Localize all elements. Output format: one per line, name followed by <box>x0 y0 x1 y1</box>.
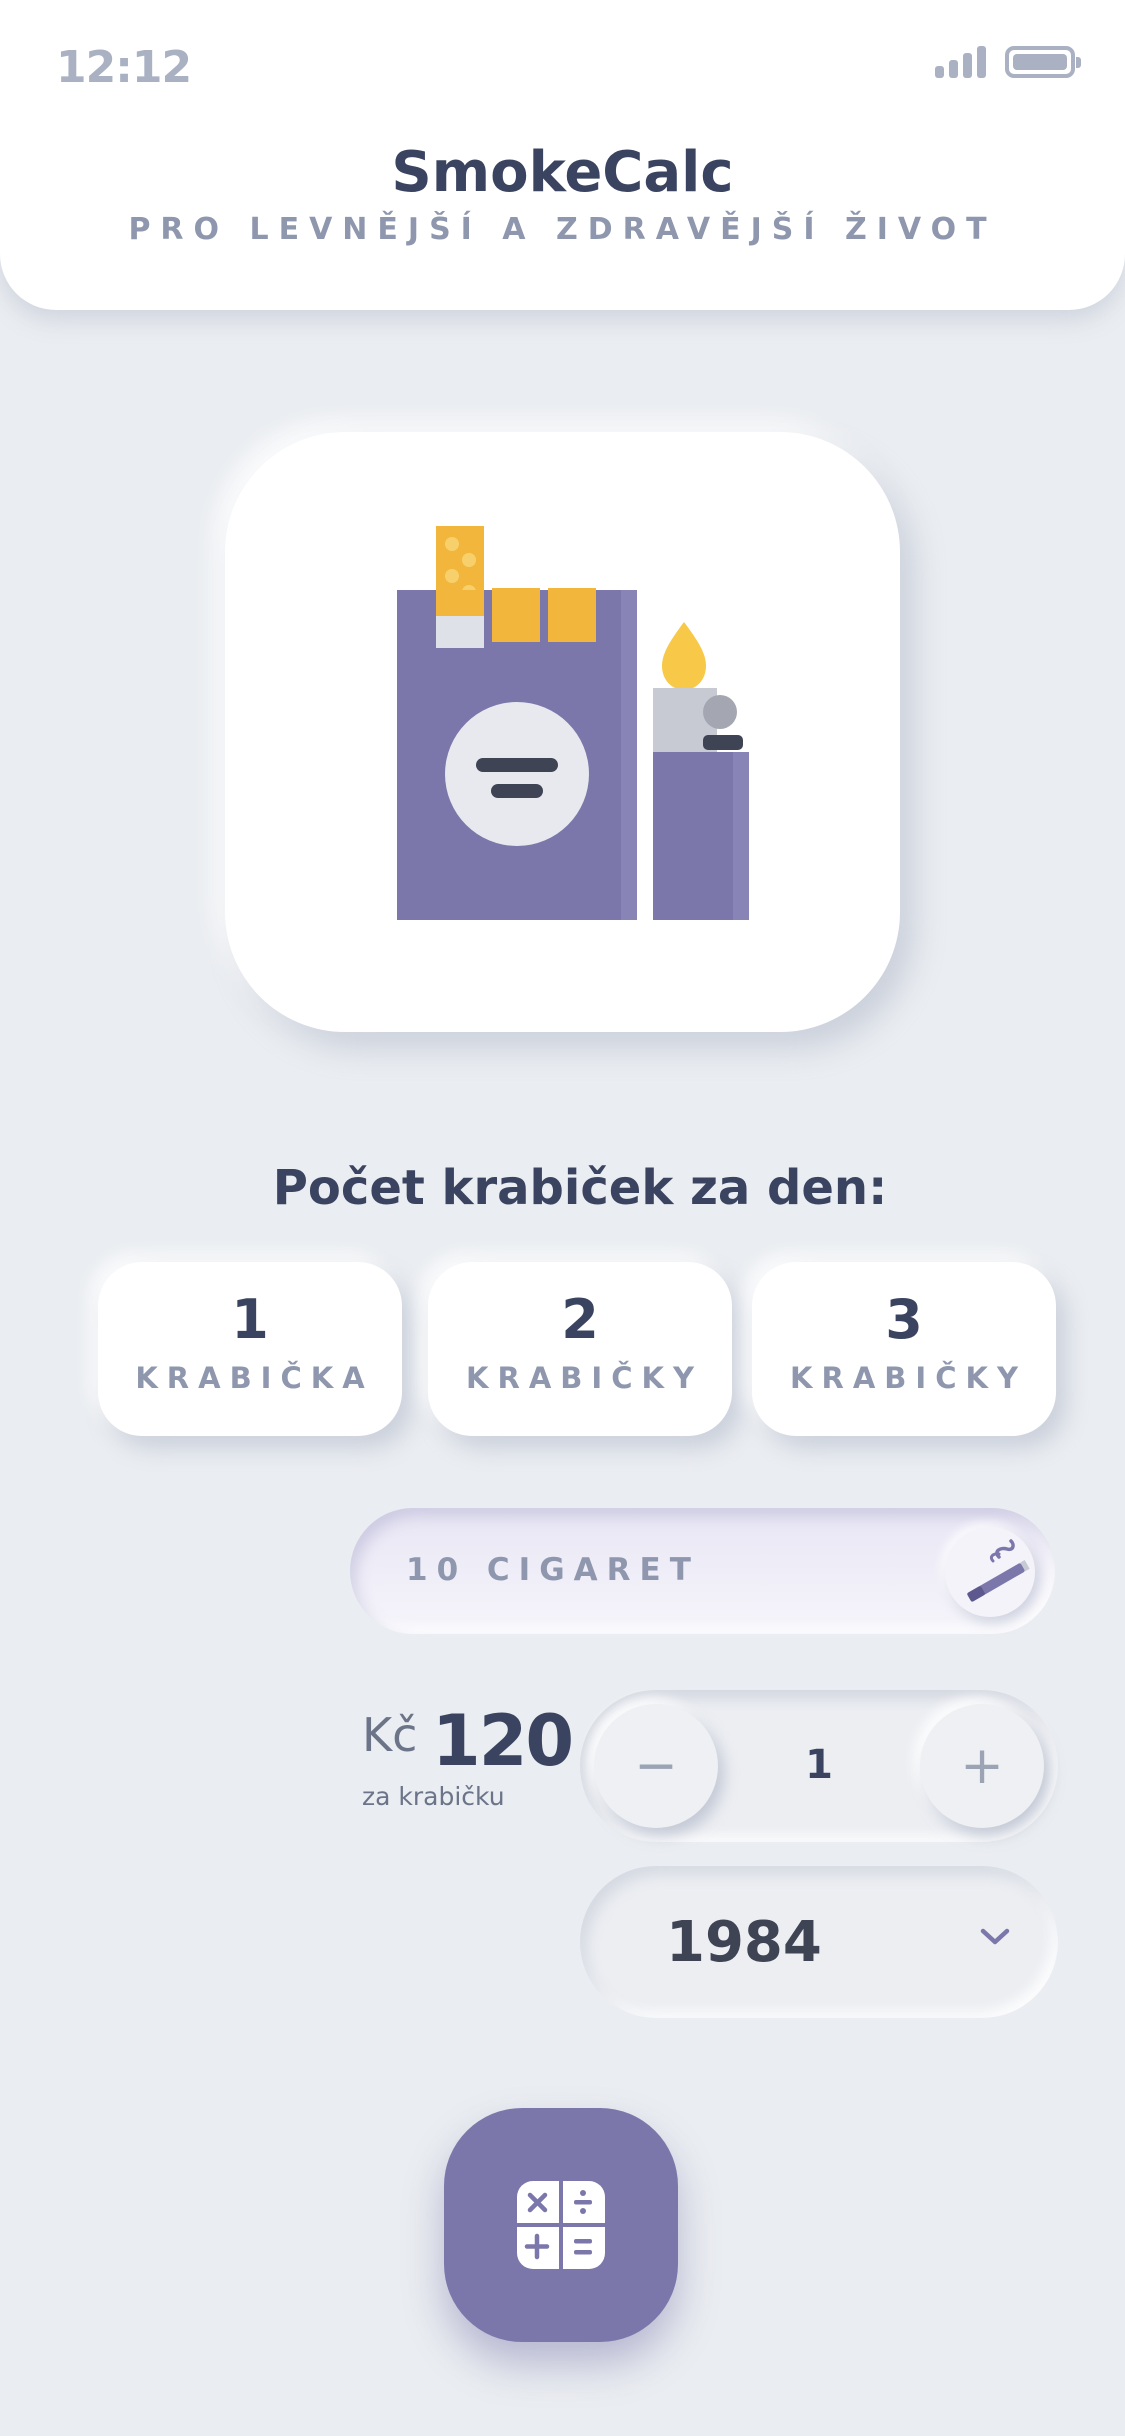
price-currency: Kč <box>362 1708 418 1762</box>
cigarette-pack-and-lighter-icon <box>397 526 749 920</box>
pack-option-label: KRABIČKY <box>466 1361 703 1395</box>
quantity-stepper: − 1 + <box>580 1690 1058 1842</box>
price-value: 120 <box>432 1700 574 1782</box>
hero-illustration-card <box>225 432 900 1032</box>
calculate-button[interactable] <box>444 2108 678 2342</box>
cigarette-icon <box>967 1539 1030 1602</box>
pack-option-1[interactable]: 1 KRABIČKA <box>98 1262 402 1436</box>
pack-option-number: 2 <box>561 1288 599 1351</box>
chevron-down-icon <box>980 1928 1010 1945</box>
battery-icon <box>1005 46 1081 78</box>
pack-option-number: 1 <box>231 1288 269 1351</box>
app-title: SmokeCalc <box>391 140 734 205</box>
cellular-signal-icon <box>935 46 987 78</box>
pack-option-2[interactable]: 2 KRABIČKY <box>428 1262 732 1436</box>
year-value: 1984 <box>666 1910 822 1975</box>
pack-option-3[interactable]: 3 KRABIČKY <box>752 1262 1056 1436</box>
cigarette-count-label: 10 CIGARET <box>406 1552 700 1588</box>
cigarette-button[interactable] <box>945 1527 1035 1617</box>
header: 12:12 SmokeCalc PRO LEVNĚJŠÍ A ZDRAVĚJŠÍ… <box>0 0 1125 310</box>
year-select[interactable]: 1984 <box>580 1866 1058 2018</box>
smokecalc-screen: 12:12 SmokeCalc PRO LEVNĚJŠÍ A ZDRAVĚJŠÍ… <box>0 0 1125 2436</box>
app-subtitle: PRO LEVNĚJŠÍ A ZDRAVĚJŠÍ ŽIVOT <box>128 212 997 247</box>
pack-option-label: KRABIČKY <box>790 1361 1027 1395</box>
cigarette-count-field[interactable]: 10 CIGARET <box>350 1508 1055 1634</box>
increment-button[interactable]: + <box>920 1704 1044 1828</box>
packs-per-day-question: Počet krabiček za den: <box>272 1160 888 1216</box>
price-caption: za krabičku <box>362 1782 505 1811</box>
status-time: 12:12 <box>56 42 192 93</box>
pack-option-number: 3 <box>885 1288 923 1351</box>
calculator-icon <box>517 2181 605 2269</box>
pack-option-label: KRABIČKA <box>135 1361 374 1395</box>
